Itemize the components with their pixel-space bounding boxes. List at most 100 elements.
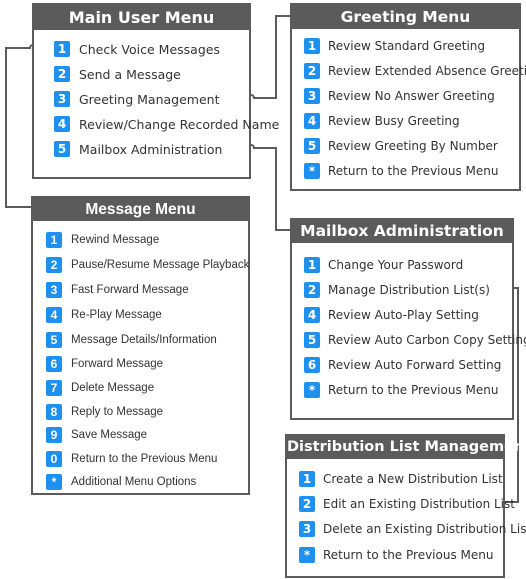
menu-item-label: Manage Distribution List(s) xyxy=(328,283,490,297)
menu-item-additional-options[interactable]: * Additional Menu Options xyxy=(46,474,196,490)
key-badge: 3 xyxy=(54,91,70,107)
menu-item-label: Save Message xyxy=(71,429,148,441)
menu-item-check-voice-messages[interactable]: 1 Check Voice Messages xyxy=(54,41,220,57)
key-badge: 1 xyxy=(299,471,315,487)
key-badge: 4 xyxy=(54,116,70,132)
key-badge: 1 xyxy=(46,232,62,248)
menu-item-label: Greeting Management xyxy=(79,91,220,107)
menu-item-label: Message Details/Information xyxy=(71,334,217,346)
menu-item-label: Reply to Message xyxy=(71,406,164,418)
key-badge: 1 xyxy=(304,38,320,54)
key-badge: 6 xyxy=(304,357,320,373)
menu-item-label: Review Greeting By Number xyxy=(328,139,498,153)
menu-item-label: Review Auto-Play Setting xyxy=(328,308,479,322)
menu-item-save-message[interactable]: 9 Save Message xyxy=(46,427,147,443)
key-badge: 1 xyxy=(304,257,320,273)
menu-item-label: Mailbox Administration xyxy=(79,141,223,157)
menu-item-edit-distribution-list[interactable]: 2 Edit an Existing Distribution List xyxy=(299,496,515,512)
menu-item-send-message[interactable]: 2 Send a Message xyxy=(54,66,181,82)
key-badge: 0 xyxy=(46,451,62,467)
menu-item-label: Review Auto Carbon Copy Setting xyxy=(328,333,526,347)
key-badge: 2 xyxy=(299,496,315,512)
greeting-menu: Greeting Menu 1 Review Standard Greeting… xyxy=(290,3,526,191)
menu-item-label: Review/Change Recorded Name xyxy=(79,116,280,132)
menu-item-label: Review Busy Greeting xyxy=(328,114,460,128)
key-badge: 5 xyxy=(54,141,70,157)
key-badge: 3 xyxy=(304,88,320,104)
key-badge: 9 xyxy=(46,427,62,443)
key-badge: 3 xyxy=(299,521,315,537)
key-badge: * xyxy=(304,382,320,398)
key-badge: 5 xyxy=(46,332,62,348)
key-badge: * xyxy=(299,547,315,563)
key-badge: 1 xyxy=(54,41,70,57)
menu-item-review-recorded-name[interactable]: 4 Review/Change Recorded Name xyxy=(54,116,279,132)
key-badge: * xyxy=(304,163,320,179)
key-badge: 3 xyxy=(46,282,62,298)
menu-item-review-no-answer-greeting[interactable]: 3 Review No Answer Greeting xyxy=(304,88,495,104)
message-menu-title: Message Menu xyxy=(33,198,248,221)
menu-item-label: Return to the Previous Menu xyxy=(328,383,499,397)
menu-item-change-password[interactable]: 1 Change Your Password xyxy=(304,257,463,273)
menu-item-label: Rewind Message xyxy=(71,234,160,246)
menu-item-review-busy-greeting[interactable]: 4 Review Busy Greeting xyxy=(304,113,460,129)
key-badge: 6 xyxy=(46,356,62,372)
menu-item-message-details[interactable]: 5 Message Details/Information xyxy=(46,332,217,348)
key-badge: 7 xyxy=(46,380,62,396)
menu-item-delete-message[interactable]: 7 Delete Message xyxy=(46,380,154,396)
menu-item-auto-forward[interactable]: 6 Review Auto Forward Setting xyxy=(304,357,501,373)
menu-item-return-previous[interactable]: * Return to the Previous Menu xyxy=(304,163,498,179)
menu-item-label: Review No Answer Greeting xyxy=(328,89,495,103)
menu-item-label: Delete Message xyxy=(71,382,155,394)
menu-item-rewind-message[interactable]: 1 Rewind Message xyxy=(46,232,159,248)
menu-item-greeting-management[interactable]: 3 Greeting Management xyxy=(54,91,219,107)
menu-item-review-extended-absence-greeting[interactable]: 2 Review Extended Absence Greeting xyxy=(304,63,526,79)
menu-item-create-distribution-list[interactable]: 1 Create a New Distribution List xyxy=(299,471,503,487)
menu-item-label: Review Standard Greeting xyxy=(328,39,486,53)
key-badge: 5 xyxy=(304,138,320,154)
key-badge: 4 xyxy=(304,307,320,323)
menu-item-delete-distribution-list[interactable]: 3 Delete an Existing Distribution List xyxy=(299,521,526,537)
mailbox-administration-title: Mailbox Administration xyxy=(292,220,512,243)
menu-item-fast-forward[interactable]: 3 Fast Forward Message xyxy=(46,282,189,298)
menu-item-label: Send a Message xyxy=(79,66,181,82)
menu-item-label: Delete an Existing Distribution List xyxy=(323,522,526,536)
menu-item-return-previous[interactable]: * Return to the Previous Menu xyxy=(304,382,498,398)
distribution-list-title: Distribution List Management xyxy=(287,436,526,459)
menu-item-label: Return to the Previous Menu xyxy=(71,453,218,465)
menu-item-auto-play[interactable]: 4 Review Auto-Play Setting xyxy=(304,307,479,323)
key-badge: * xyxy=(46,474,62,490)
menu-item-replay[interactable]: 4 Re-Play Message xyxy=(46,307,162,323)
main-user-menu-title: Main User Menu xyxy=(34,5,249,30)
menu-item-return-previous[interactable]: 0 Return to the Previous Menu xyxy=(46,451,217,467)
main-user-menu: Main User Menu 1 Check Voice Messages 2 … xyxy=(32,3,279,179)
menu-item-review-greeting-by-number[interactable]: 5 Review Greeting By Number xyxy=(304,138,498,154)
menu-item-return-previous[interactable]: * Return to the Previous Menu xyxy=(299,547,493,563)
key-badge: 2 xyxy=(46,257,62,273)
menu-item-auto-carbon-copy[interactable]: 5 Review Auto Carbon Copy Setting xyxy=(304,332,526,348)
menu-item-manage-distribution-lists[interactable]: 2 Manage Distribution List(s) xyxy=(304,282,490,298)
menu-item-label: Return to the Previous Menu xyxy=(328,164,499,178)
menu-item-label: Review Auto Forward Setting xyxy=(328,358,502,372)
menu-item-label: Review Extended Absence Greeting xyxy=(328,64,526,78)
key-badge: 4 xyxy=(46,307,62,323)
menu-item-label: Additional Menu Options xyxy=(71,476,197,488)
menu-item-reply-message[interactable]: 8 Reply to Message xyxy=(46,404,163,420)
menu-item-label: Re-Play Message xyxy=(71,309,162,321)
message-menu: Message Menu 1 Rewind Message 2 Pause/Re… xyxy=(31,196,250,495)
key-badge: 2 xyxy=(54,66,70,82)
menu-item-pause-resume[interactable]: 2 Pause/Resume Message Playback xyxy=(46,257,249,273)
menu-item-label: Pause/Resume Message Playback xyxy=(71,259,250,271)
key-badge: 2 xyxy=(304,63,320,79)
menu-item-label: Edit an Existing Distribution List xyxy=(323,497,515,511)
menu-item-mailbox-administration[interactable]: 5 Mailbox Administration xyxy=(54,141,222,157)
menu-item-review-standard-greeting[interactable]: 1 Review Standard Greeting xyxy=(304,38,485,54)
key-badge: 5 xyxy=(304,332,320,348)
key-badge: 8 xyxy=(46,404,62,420)
menu-item-label: Return to the Previous Menu xyxy=(323,548,494,562)
menu-item-label: Forward Message xyxy=(71,358,164,370)
menu-item-forward-message[interactable]: 6 Forward Message xyxy=(46,356,163,372)
distribution-list-management-menu: Distribution List Management 1 Create a … xyxy=(285,434,526,578)
menu-item-label: Create a New Distribution List xyxy=(323,472,503,486)
key-badge: 4 xyxy=(304,113,320,129)
